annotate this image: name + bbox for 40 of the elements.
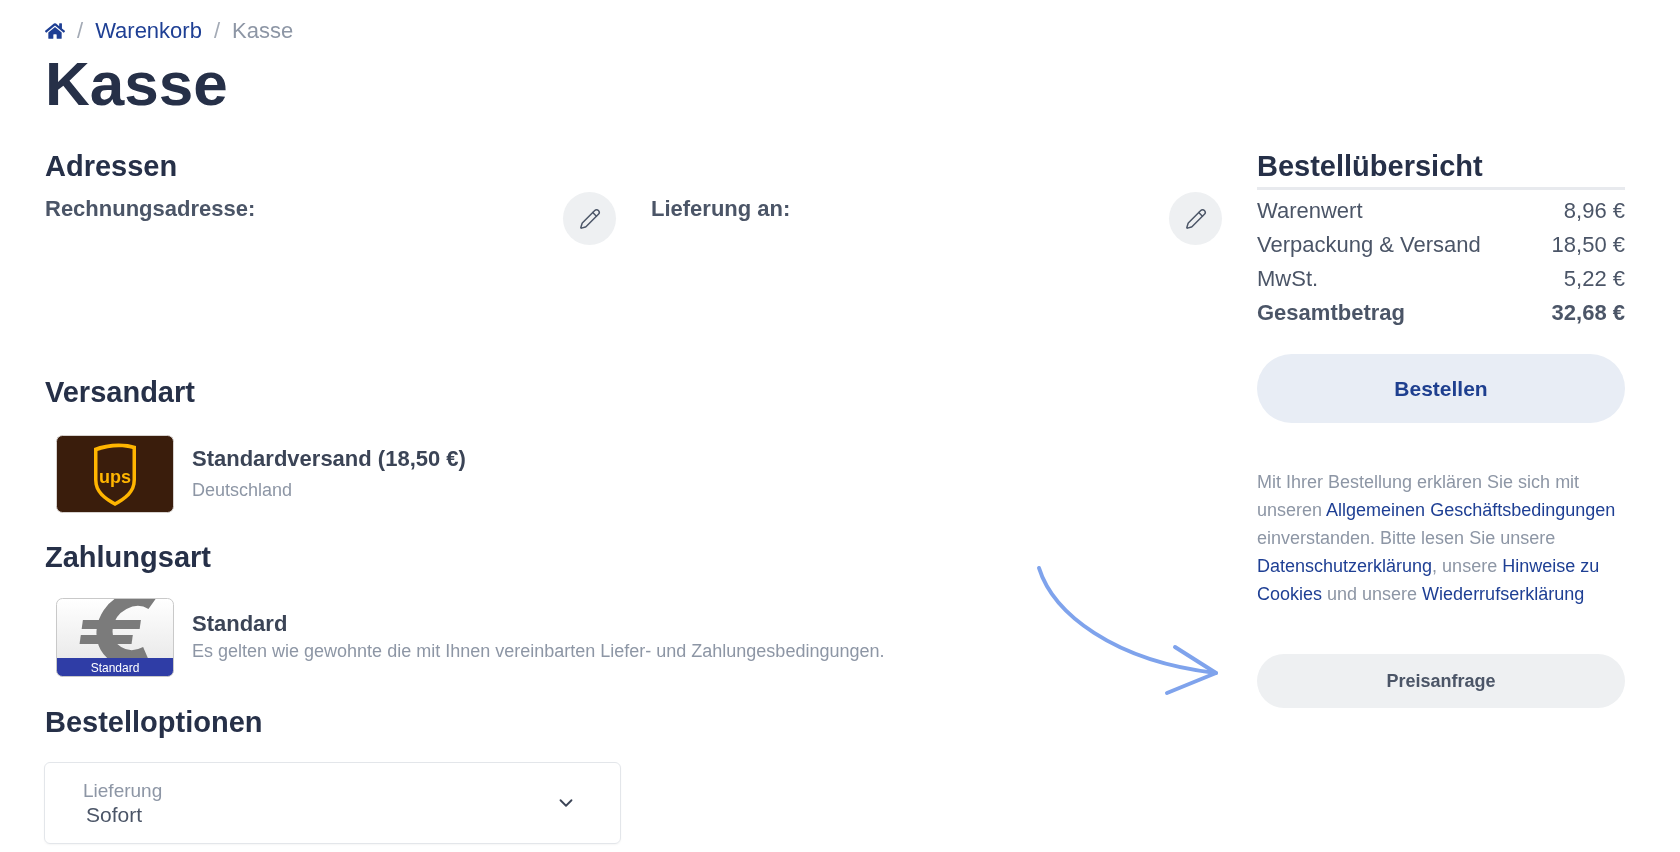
address-label: Rechnungsadresse: — [45, 196, 256, 222]
breadcrumb-separator: / — [213, 18, 221, 44]
shipping-name: Standardversand (18,50 €) — [192, 446, 466, 472]
edit-button[interactable] — [1169, 192, 1222, 245]
delivery-select[interactable]: Lieferung Sofort — [44, 762, 621, 844]
pencil-icon — [1184, 207, 1207, 230]
summary-label: Warenwert — [1257, 198, 1363, 224]
breadcrumb-current: Kasse — [232, 18, 294, 44]
terms-text: Mit Ihrer Bestellung erklären Sie sich mit unseren Allgemeinen Geschäftsbedingungen einverstanden. Bitte lesen Sie unsere Datenschutzerklärung, unsere Hinweise zu Cookies und unsere Wiederrufserklärung — [1257, 471, 1617, 606]
summary-label: MwSt. — [1257, 266, 1319, 292]
section-heading: Zahlungsart — [45, 540, 212, 574]
price-request-button[interactable]: Preisanfrage — [1257, 654, 1625, 708]
summary-label: Verpackung & Versand — [1257, 232, 1481, 258]
summary-value: 18,50 € — [1551, 232, 1625, 258]
payment-name: Standard — [192, 611, 289, 637]
edit-button[interactable] — [563, 192, 616, 245]
shipping-detail: Deutschland — [192, 479, 294, 502]
section-heading: Versandart — [45, 375, 196, 409]
terms-link[interactable]: Wiederrufserklärung — [1422, 584, 1585, 604]
terms-link[interactable]: Datenschutzerklärung — [1257, 556, 1433, 576]
home-icon[interactable] — [45, 22, 65, 40]
page-title: Kasse — [45, 50, 229, 118]
pencil-icon — [578, 207, 601, 230]
summary-value: 8,96 € — [1563, 198, 1625, 224]
total-label: Gesamtbetrag — [1257, 300, 1405, 326]
summary-heading: Bestellübersicht — [1257, 149, 1625, 190]
section-heading: Bestelloptionen — [45, 705, 264, 739]
terms-link[interactable]: Cookies — [1257, 584, 1323, 604]
address-label: Lieferung an: — [651, 196, 791, 222]
breadcrumb-link[interactable]: Warenkorb — [95, 18, 202, 44]
total-value: 32,68 € — [1551, 300, 1625, 326]
breadcrumb-separator: / — [77, 18, 84, 44]
order-button[interactable]: Bestellen — [1257, 354, 1625, 423]
terms-link[interactable]: Hinweise zu — [1502, 556, 1600, 576]
section-heading: Adressen — [45, 149, 179, 183]
payment-logo: Standard — [56, 598, 174, 677]
payment-detail: Es gelten wie gewohnte die mit Ihnen vereinbarten Liefer- und Zahlungesbedingungen. — [192, 640, 885, 663]
terms-link[interactable]: Allgemeinen Geschäftsbedingungen — [1326, 500, 1616, 520]
carrier-logo: ups — [56, 435, 174, 513]
summary-value: 5,22 € — [1563, 266, 1625, 292]
